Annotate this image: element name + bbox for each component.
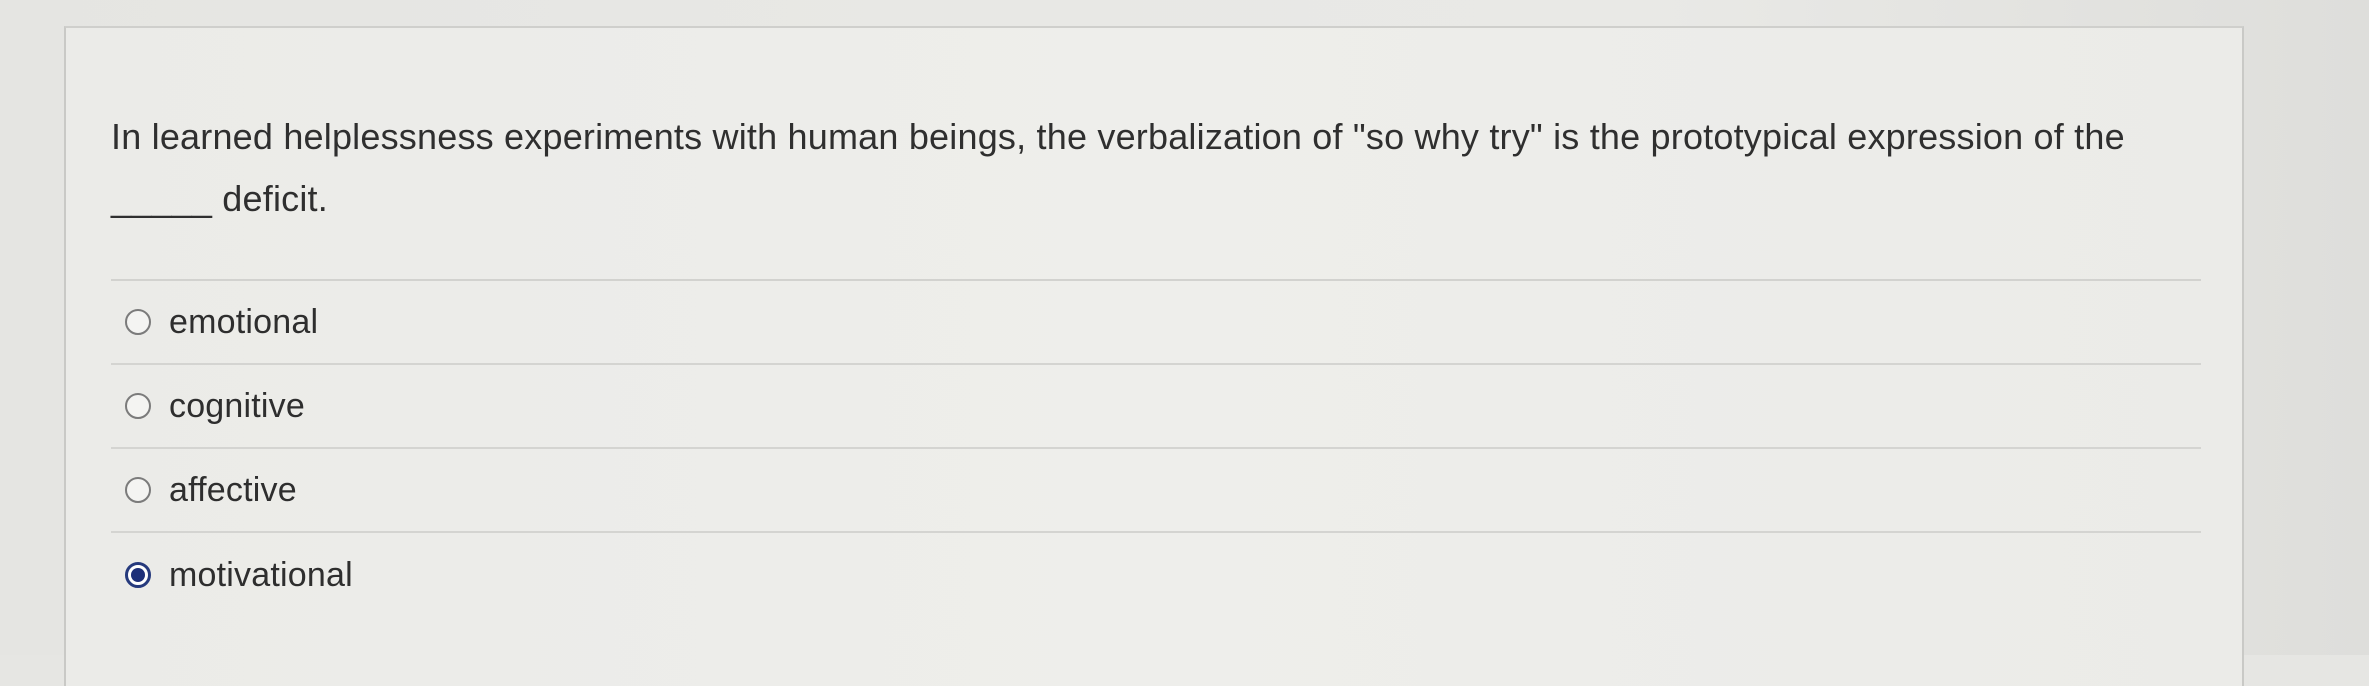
question-text: In learned helplessness experiments with… — [111, 116, 2125, 219]
radio-empty-icon[interactable] — [125, 477, 151, 503]
screen-background: In learned helplessness experiments with… — [0, 0, 2369, 686]
choice-label: motivational — [169, 556, 353, 594]
choice-label: affective — [169, 471, 297, 509]
radio-filled-icon[interactable] — [125, 562, 151, 588]
radio-empty-icon[interactable] — [125, 393, 151, 419]
radio-empty-icon[interactable] — [125, 309, 151, 335]
choice-cognitive[interactable]: cognitive — [111, 365, 2201, 449]
choice-label: cognitive — [169, 387, 305, 425]
answer-choices: emotional cognitive affective motivation… — [111, 281, 2201, 617]
choice-emotional[interactable]: emotional — [111, 281, 2201, 365]
choice-motivational[interactable]: motivational — [111, 533, 2201, 617]
choice-affective[interactable]: affective — [111, 449, 2201, 533]
choice-label: emotional — [169, 303, 319, 341]
quiz-question-panel: In learned helplessness experiments with… — [64, 26, 2244, 686]
